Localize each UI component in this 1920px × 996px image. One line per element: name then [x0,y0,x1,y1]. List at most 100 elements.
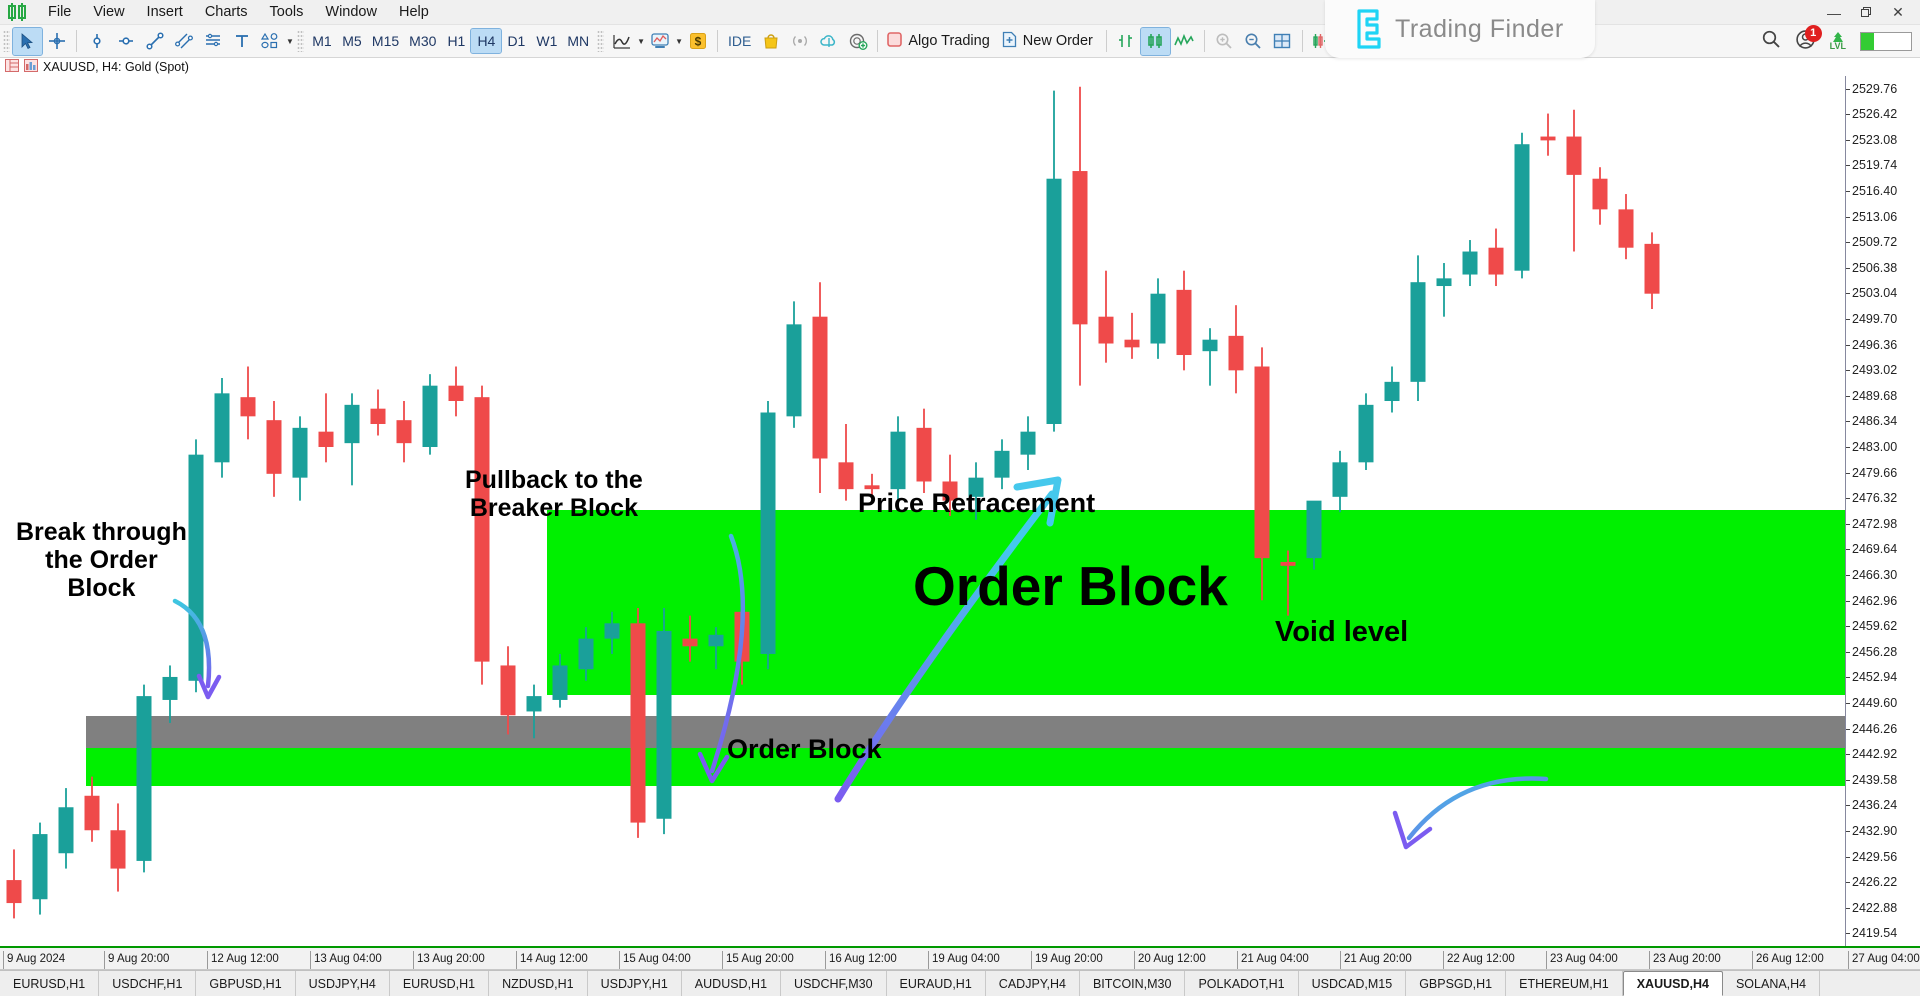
cursor-tool-button[interactable] [12,26,43,56]
chart-tab[interactable]: GBPSGD,H1 [1406,971,1507,996]
candle [1592,167,1608,225]
chart-tab[interactable]: BITCOIN,M30 [1080,971,1186,996]
menu-item-tools[interactable]: Tools [259,1,315,23]
market-dollar-button[interactable]: $ [683,28,712,55]
text-tool-button[interactable] [227,28,256,55]
timeframe-m30[interactable]: M30 [404,29,441,53]
chart-tab[interactable]: POLKADOT,H1 [1185,971,1299,996]
data-window-icon[interactable] [24,59,38,75]
price-tick: 2452.94 [1846,670,1920,684]
break-through-order-block[interactable]: Break through the Order Block [16,518,187,602]
timeframe-m5[interactable]: M5 [337,29,367,53]
market-bag-icon[interactable] [756,28,785,55]
indicators-dropdown-caret-icon[interactable]: ▼ [637,37,645,46]
minimize-button[interactable]: — [1818,1,1850,25]
new-order-label: New Order [1022,33,1093,49]
menu-item-window[interactable]: Window [314,1,388,23]
toolbar-grip-2[interactable] [296,30,304,52]
toolbar-grip-1[interactable] [3,30,10,52]
grid-button[interactable] [1268,28,1297,55]
time-tick: 21 Aug 04:00 [1237,951,1309,969]
menu-item-file[interactable]: File [37,1,82,23]
price-tick: 2526.42 [1846,107,1920,121]
price-tick: 2449.60 [1846,696,1920,710]
chart-tab[interactable]: GBPUSD,H1 [196,971,296,996]
crosshair-tool-button[interactable] [42,28,71,55]
toolbar-separator-6 [1301,30,1303,52]
algo-trading-label: Algo Trading [908,33,990,49]
chart-tab[interactable]: USDCHF,M30 [781,971,887,996]
candle [1462,240,1478,287]
zoom-out-button[interactable] [1239,28,1268,55]
account-icon[interactable]: 1 [1795,24,1822,55]
templates-button[interactable] [645,28,674,55]
search-icon[interactable] [1761,29,1781,54]
menu-item-charts[interactable]: Charts [194,1,259,23]
timeframe-m1[interactable]: M1 [307,29,337,53]
chart-tab[interactable]: USDCAD,M15 [1299,971,1407,996]
vps-cloud-icon[interactable] [814,28,843,55]
menu-item-help[interactable]: Help [388,1,440,23]
timeframe-d1[interactable]: D1 [501,29,531,53]
indicators-button[interactable] [607,28,636,55]
timeframe-mn[interactable]: MN [562,29,594,53]
candle [6,849,22,919]
line-chart-button[interactable] [1170,28,1199,55]
candle [1228,305,1244,394]
timeframe-w1[interactable]: W1 [531,29,562,53]
price-tick: 2469.64 [1846,542,1920,556]
timeframe-m15[interactable]: M15 [367,29,404,53]
chart-tab[interactable]: ETHEREUM,H1 [1506,971,1623,996]
bar-chart-button[interactable] [1112,28,1141,55]
candle [916,408,932,493]
toolbar-grip-3[interactable] [597,30,605,52]
order-block-small[interactable]: Order Block [727,734,882,764]
new-order-button[interactable]: New Order [998,28,1101,54]
timeframe-h1[interactable]: H1 [441,29,471,53]
trendline-tool-button[interactable] [140,28,169,55]
void-level[interactable]: Void level [1275,616,1408,648]
algo-trading-button[interactable]: Algo Trading [883,28,997,54]
shapes-dropdown-caret-icon[interactable]: ▼ [286,37,294,46]
equidistant-channel-tool-button[interactable] [169,28,198,55]
timeframe-h4[interactable]: H4 [470,28,503,54]
candle [1176,270,1192,371]
signals-icon[interactable] [785,28,814,55]
order-block-big[interactable]: Order Block [913,555,1228,618]
shapes-tool-button[interactable] [256,28,285,55]
chart-tab[interactable]: EURUSD,H1 [0,971,100,996]
price-retracement[interactable]: Price Retracement [858,488,1095,518]
close-button[interactable]: ✕ [1882,1,1914,25]
pullback-breaker-block[interactable]: Pullback to the Breaker Block [465,466,643,522]
order-block-green-lower[interactable] [86,748,1845,786]
zoom-in-button[interactable] [1210,28,1239,55]
restore-button[interactable] [1850,1,1882,25]
templates-dropdown-caret-icon[interactable]: ▼ [675,37,683,46]
menu-item-view[interactable]: View [82,1,135,23]
chart-canvas[interactable]: Break through the Order Block Pullback to… [0,76,1845,946]
copy-trading-icon[interactable] [843,28,872,55]
chart-tab[interactable]: EURUSD,H1 [390,971,490,996]
chart-tab[interactable]: USDJPY,H1 [588,971,682,996]
price-tick: 2422.88 [1846,901,1920,915]
menu-item-insert[interactable]: Insert [136,1,194,23]
candlestick-chart-button[interactable] [1139,26,1171,56]
ide-button[interactable]: IDE [723,29,756,53]
chart-tab[interactable]: AUDUSD,H1 [682,971,782,996]
chart-tab[interactable]: SOLANA,H4 [1723,971,1821,996]
chart-tab[interactable]: NZDUSD,H1 [489,971,588,996]
toolbar-right-group: 1 LVL [1761,24,1912,58]
chart-properties-icon[interactable] [5,59,19,75]
horizontal-line-tool-button[interactable] [111,28,140,55]
vertical-line-tool-button[interactable] [82,28,111,55]
price-axis[interactable]: 2529.76 2526.42 2523.08 2519.74 2516.40 2513.… [1845,76,1920,946]
chart-tab[interactable]: CADJPY,H4 [986,971,1080,996]
chart-tab[interactable]: EURAUD,H1 [887,971,986,996]
chart-tab[interactable]: USDCHF,H1 [99,971,197,996]
time-axis[interactable]: 9 Aug 2024 9 Aug 20:00 12 Aug 12:00 13 Aug … [0,946,1920,970]
connection-status-icon[interactable]: LVL [1830,32,1846,51]
chart-tab[interactable]: USDJPY,H4 [296,971,390,996]
chart-tab-active[interactable]: XAUUSD,H4 [1622,971,1723,996]
fibonacci-tool-button[interactable] [198,28,227,55]
time-tick: 22 Aug 12:00 [1443,951,1515,969]
